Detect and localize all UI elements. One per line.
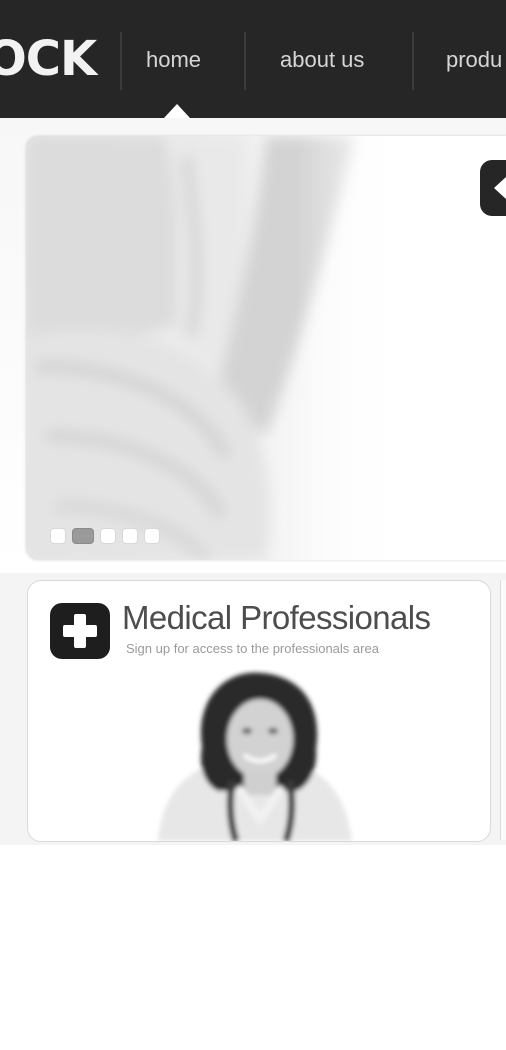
slider-dot-active[interactable] <box>72 528 94 544</box>
nav-divider <box>244 32 246 90</box>
arrow-left-icon <box>494 177 506 199</box>
nav-item-products[interactable]: produ <box>446 46 502 74</box>
card-subtitle: Sign up for access to the professionals … <box>126 641 379 656</box>
slider-prev-button[interactable] <box>480 160 506 216</box>
medical-professionals-card[interactable]: Medical Professionals Sign up for access… <box>27 580 491 842</box>
nav-item-about-us[interactable]: about us <box>280 46 364 74</box>
next-card-edge <box>500 580 506 840</box>
card-title: Medical Professionals <box>122 599 431 636</box>
active-nav-indicator <box>164 104 190 118</box>
slider-dot[interactable] <box>122 528 138 544</box>
bandaged-hand-image <box>26 136 506 560</box>
nav-divider <box>120 32 122 90</box>
hero-slider[interactable] <box>26 136 506 560</box>
site-logo[interactable]: OCK <box>0 30 97 88</box>
nav-divider <box>412 32 414 90</box>
slider-dot[interactable] <box>100 528 116 544</box>
slider-dot[interactable] <box>144 528 160 544</box>
nav-item-home[interactable]: home <box>146 46 201 74</box>
slider-dot[interactable] <box>50 528 66 544</box>
top-nav: OCK home about us produ <box>0 0 506 118</box>
doctor-photo <box>158 672 352 841</box>
medical-plus-icon <box>50 603 110 659</box>
